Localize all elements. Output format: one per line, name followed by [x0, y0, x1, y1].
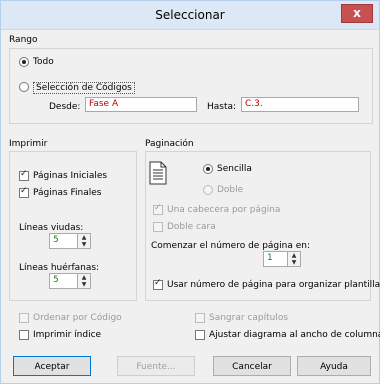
title-bar: Seleccionar x [1, 1, 379, 30]
sangrar-checkbox[interactable] [195, 313, 205, 323]
usar-numero-checkbox[interactable] [153, 278, 163, 290]
todo-radio[interactable] [19, 57, 29, 67]
seleccion-radio[interactable] [19, 82, 29, 92]
paginas-finales-label[interactable]: Páginas Finales [33, 188, 102, 198]
una-cabecera-label[interactable]: Una cabecera por página [167, 205, 280, 215]
lineas-viudas-label: Líneas viudas: [19, 223, 84, 233]
doble-radio[interactable] [203, 185, 213, 195]
seleccion-label[interactable]: Selección de Códigos [33, 82, 135, 94]
comenzar-spin-buttons[interactable]: ▲ ▼ [287, 252, 300, 266]
lineas-huerfanas-value[interactable]: 5 [53, 275, 59, 285]
desde-label: Desde: [49, 102, 81, 112]
sencilla-radio[interactable] [203, 164, 213, 174]
comenzar-value[interactable]: 1 [267, 253, 273, 263]
close-button[interactable]: x [341, 4, 373, 23]
lineas-huerfanas-spin-buttons[interactable]: ▲ ▼ [77, 274, 90, 288]
rango-group-label: Rango [9, 35, 38, 45]
hasta-field[interactable]: C.3. [241, 97, 359, 112]
todo-label[interactable]: Todo [33, 57, 54, 67]
dialog-window: Seleccionar x Rango Todo Selección de Có… [0, 0, 380, 384]
sencilla-label[interactable]: Sencilla [217, 164, 252, 174]
ordenar-label[interactable]: Ordenar por Código [33, 313, 122, 323]
spin-down-icon[interactable]: ▼ [288, 259, 300, 266]
ajustar-checkbox[interactable] [195, 330, 205, 340]
hasta-label: Hasta: [207, 102, 237, 112]
doble-cara-label[interactable]: Doble cara [167, 222, 216, 232]
imprimir-group-label: Imprimir [9, 139, 48, 149]
comenzar-spinner[interactable]: 1 ▲ ▼ [263, 251, 301, 267]
lineas-viudas-value[interactable]: 5 [53, 235, 59, 245]
ayuda-button[interactable]: Ayuda [297, 356, 371, 376]
lineas-huerfanas-label: Líneas huérfanas: [19, 263, 100, 273]
lineas-huerfanas-spinner[interactable]: 5 ▲ ▼ [49, 273, 91, 289]
imprimir-indice-label[interactable]: Imprimir índice [33, 330, 101, 340]
cancelar-button[interactable]: Cancelar [213, 356, 291, 376]
ordenar-checkbox[interactable] [19, 313, 29, 323]
ajustar-label[interactable]: Ajustar diagrama al ancho de columna [209, 330, 380, 340]
doble-cara-checkbox[interactable] [153, 222, 163, 232]
paginacion-group-label: Paginación [145, 139, 194, 149]
paginas-iniciales-checkbox[interactable] [19, 169, 29, 181]
fuente-button[interactable]: Fuente... [117, 356, 195, 376]
spin-down-icon[interactable]: ▼ [78, 241, 90, 248]
sangrar-label[interactable]: Sangrar capítulos [209, 313, 288, 323]
imprimir-indice-checkbox[interactable] [19, 330, 29, 340]
usar-numero-label[interactable]: Usar número de página para organizar pla… [167, 280, 380, 290]
una-cabecera-checkbox[interactable] [153, 203, 163, 215]
comenzar-label: Comenzar el número de página en: [151, 241, 310, 251]
paginas-iniciales-label[interactable]: Páginas Iniciales [33, 171, 107, 181]
spin-down-icon[interactable]: ▼ [78, 281, 90, 288]
paginas-finales-checkbox[interactable] [19, 186, 29, 198]
aceptar-button[interactable]: Aceptar [13, 356, 91, 376]
doble-label[interactable]: Doble [217, 185, 243, 195]
desde-field[interactable]: Fase A [85, 97, 197, 112]
lineas-viudas-spin-buttons[interactable]: ▲ ▼ [77, 234, 90, 248]
lineas-viudas-spinner[interactable]: 5 ▲ ▼ [49, 233, 91, 249]
dialog-title: Seleccionar [155, 8, 225, 22]
document-icon [149, 161, 167, 185]
